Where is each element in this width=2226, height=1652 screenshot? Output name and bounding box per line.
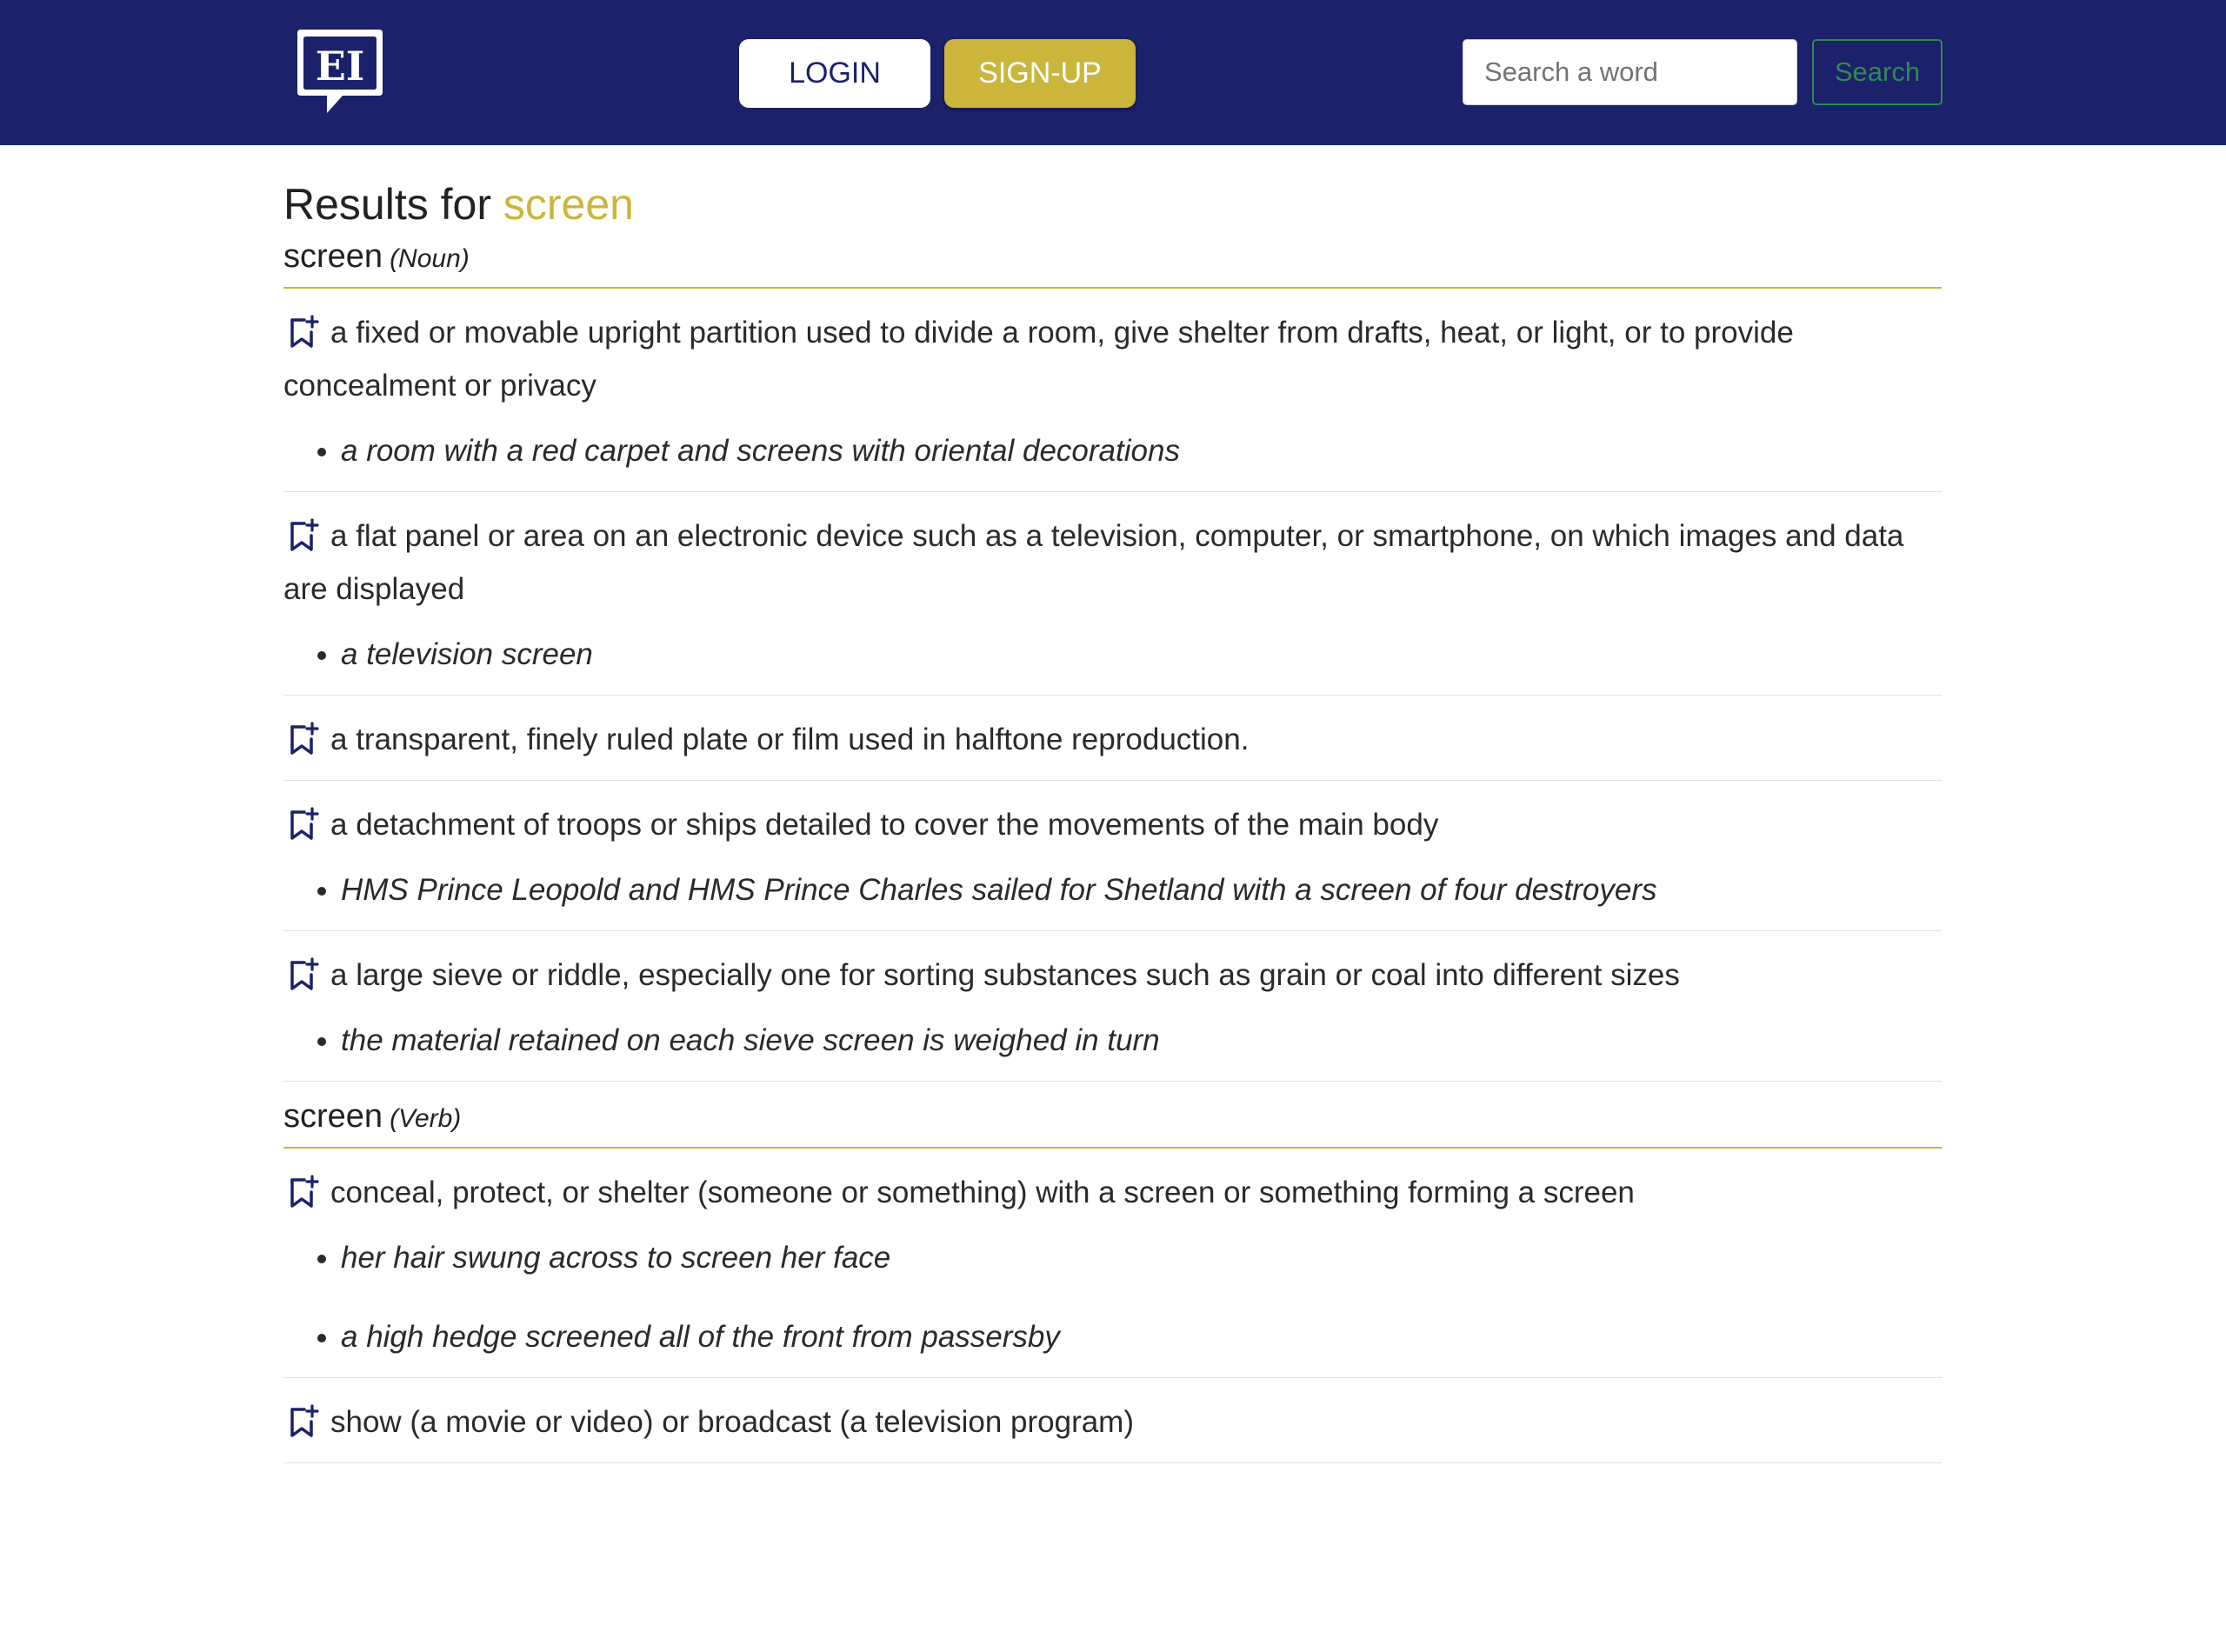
bookmark-add-icon[interactable] [289,1175,320,1209]
examples-list: a room with a red carpet and screens wit… [283,424,1942,477]
entry-word: screen [283,238,383,275]
definition: a detachment of troops or ships detailed… [283,798,1942,851]
bookmark-add-icon[interactable] [289,518,320,553]
bookmark-add-icon[interactable] [289,315,320,350]
examples-list: her hair swung across to screen her face… [283,1231,1942,1363]
sense-item: a fixed or movable upright partition use… [283,289,1942,492]
definition-text: a detachment of troops or ships detailed… [330,808,1439,842]
sense-item: conceal, protect, or shelter (someone or… [283,1149,1942,1378]
part-of-speech: (Noun) [390,244,470,273]
examples-list: HMS Prince Leopold and HMS Prince Charle… [283,863,1942,916]
example-sentence: a room with a red carpet and screens wit… [341,424,1942,477]
definition: a large sieve or riddle, especially one … [283,949,1942,1002]
sense-item: a large sieve or riddle, especially one … [283,931,1942,1082]
entry-word: screen [283,1098,383,1135]
signup-button[interactable]: SIGN-UP [944,39,1136,108]
definition: a flat panel or area on an electronic de… [283,510,1942,616]
sense-item: show (a movie or video) or broadcast (a … [283,1378,1942,1463]
example-sentence: the material retained on each sieve scre… [341,1014,1942,1067]
examples-list: a television screen [283,628,1942,681]
page-title: Results for screen [283,178,1942,230]
top-navbar: EI LOGIN SIGN-UP Search [0,0,2226,145]
example-sentence: a high hedge screened all of the front f… [341,1310,1942,1363]
pos-heading: screen (Verb) [283,1096,1942,1149]
results-prefix: Results for [283,180,491,229]
definition-text: show (a movie or video) or broadcast (a … [330,1405,1134,1439]
example-sentence: her hair swung across to screen her face [341,1231,1942,1284]
part-of-speech: (Verb) [390,1104,462,1133]
sense-item: a detachment of troops or ships detailed… [283,781,1942,931]
logo-text: EI [316,43,365,90]
definition-text: a transparent, finely ruled plate or fil… [330,723,1250,756]
pos-heading: screen (Noun) [283,236,1942,289]
definition: a transparent, finely ruled plate or fil… [283,713,1942,766]
login-button[interactable]: LOGIN [739,39,930,108]
bookmark-add-icon[interactable] [289,807,320,842]
definition: show (a movie or video) or broadcast (a … [283,1396,1942,1449]
definition-text: a flat panel or area on an electronic de… [283,519,1904,606]
search-button[interactable]: Search [1812,39,1943,105]
definition-text: conceal, protect, or shelter (someone or… [330,1176,1635,1209]
definition: conceal, protect, or shelter (someone or… [283,1166,1942,1219]
site-logo[interactable]: EI [294,26,386,117]
sense-item: a flat panel or area on an electronic de… [283,492,1942,696]
search-term: screen [503,180,634,229]
example-sentence: a television screen [341,628,1942,681]
speech-bubble-logo-icon: EI [297,30,383,113]
examples-list: the material retained on each sieve scre… [283,1014,1942,1067]
definition-text: a fixed or movable upright partition use… [283,316,1794,403]
bookmark-add-icon[interactable] [289,722,320,756]
example-sentence: HMS Prince Leopold and HMS Prince Charle… [341,863,1942,916]
search-input[interactable] [1463,39,1797,105]
sense-item: a transparent, finely ruled plate or fil… [283,696,1942,781]
entries-list: screen (Noun) a fixed or movable upright p… [283,236,1942,1463]
definition: a fixed or movable upright partition use… [283,306,1942,412]
bookmark-add-icon[interactable] [289,1404,320,1439]
definition-text: a large sieve or riddle, especially one … [330,958,1680,992]
bookmark-add-icon[interactable] [289,957,320,992]
results-content: Results for screen screen (Noun) a fixed o… [283,145,1942,1463]
